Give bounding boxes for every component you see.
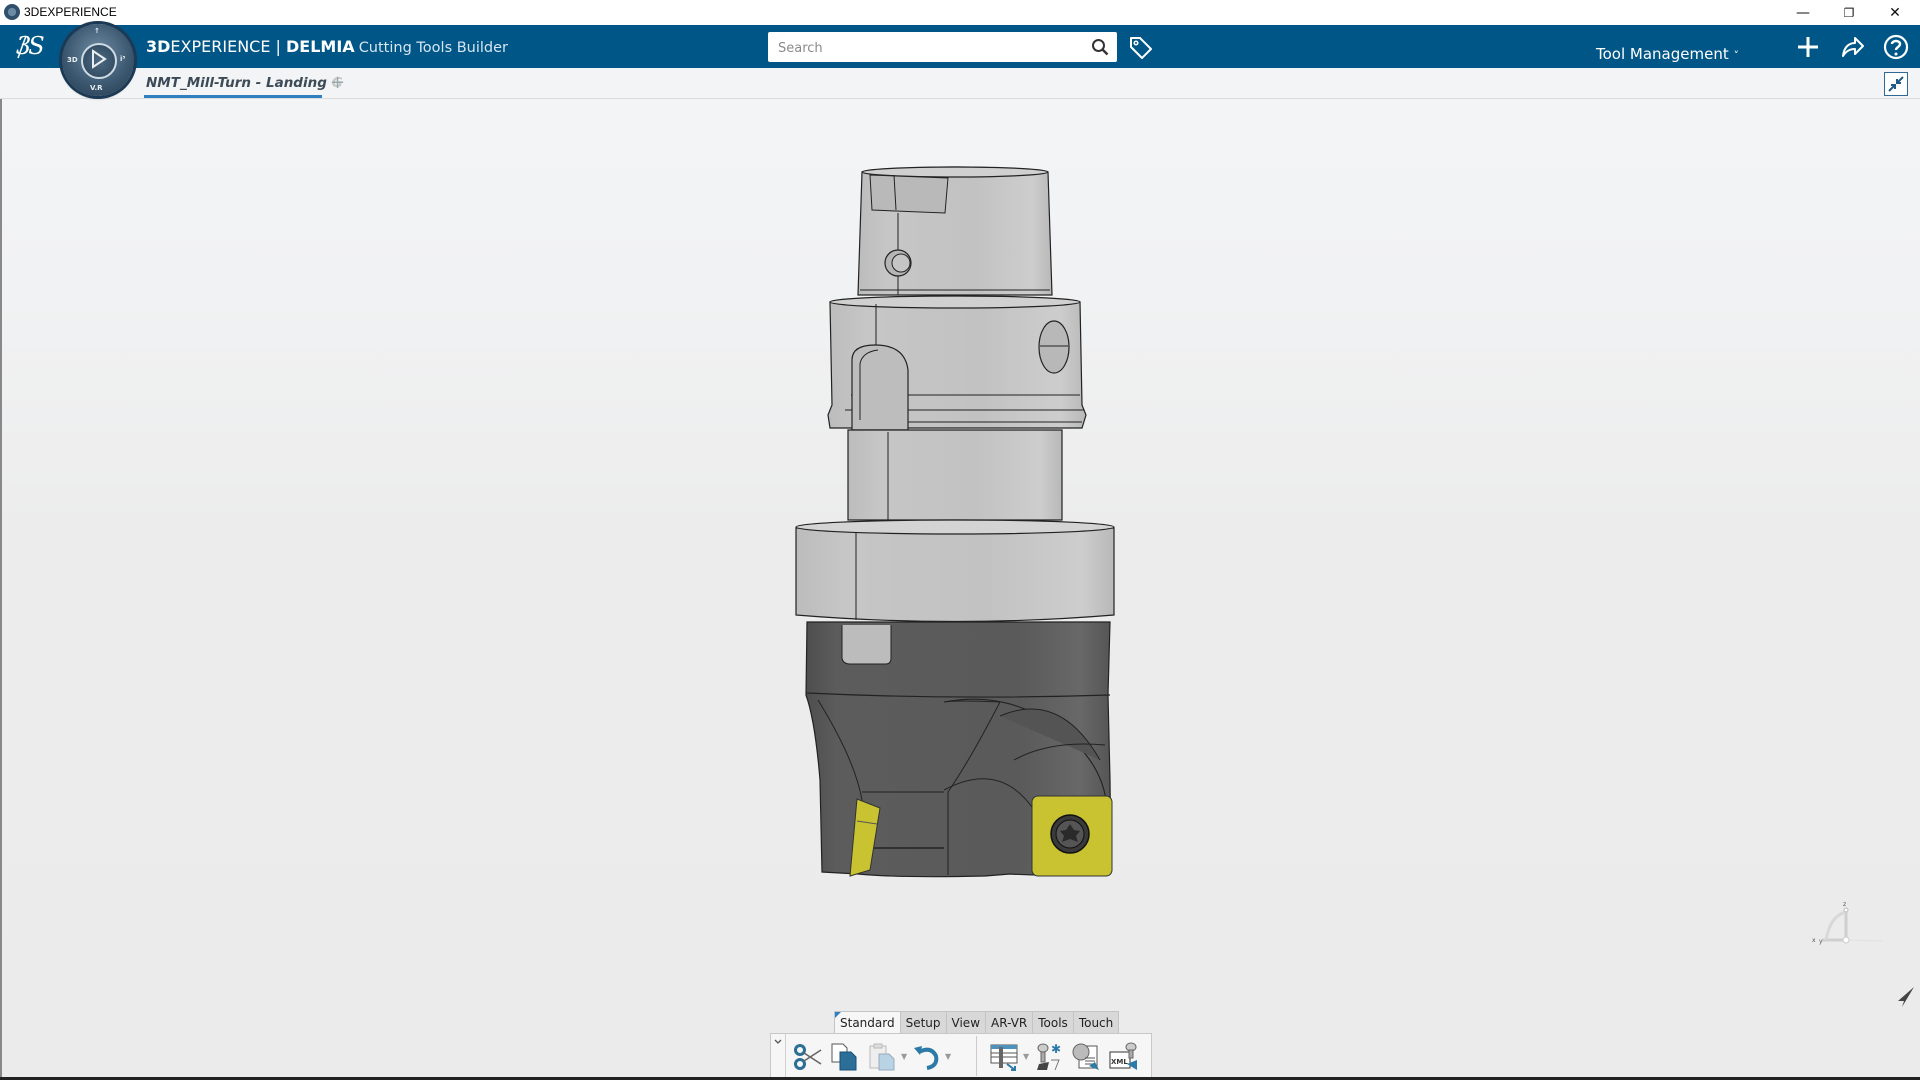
tab-view[interactable]: View xyxy=(945,1011,987,1034)
tab-standard[interactable]: Standard xyxy=(834,1011,901,1034)
tool-assembly-model[interactable] xyxy=(0,0,1920,1080)
action-bar: ▼ ▼ ▼ ✱ XML xyxy=(770,1033,1152,1078)
import-catalog-icon[interactable] xyxy=(1071,1042,1101,1072)
adapter-flange xyxy=(795,519,1115,623)
y-axis-label: y xyxy=(1819,938,1823,945)
action-bar-tabs: Standard Setup View AR-VR Tools Touch xyxy=(834,1011,1120,1034)
holder-collar xyxy=(827,295,1087,431)
tool-table-dropdown-icon[interactable]: ▼ xyxy=(1023,1052,1031,1061)
paste-icon[interactable] xyxy=(867,1042,897,1072)
hsk-shank xyxy=(857,166,1053,296)
paste-dropdown-icon[interactable]: ▼ xyxy=(901,1052,909,1061)
scissors-icon[interactable] xyxy=(793,1042,823,1072)
undo-dropdown-icon[interactable]: ▼ xyxy=(945,1052,953,1061)
x-axis-label: x xyxy=(1812,937,1816,944)
toolbar-separator xyxy=(976,1036,977,1076)
svg-text:✱: ✱ xyxy=(1051,1042,1061,1056)
insert-right xyxy=(1031,795,1113,877)
new-tool-assembly-icon[interactable]: ✱ xyxy=(1033,1042,1063,1072)
tab-tools[interactable]: Tools xyxy=(1032,1011,1074,1034)
tab-touch[interactable]: Touch xyxy=(1072,1011,1120,1034)
holder-neck xyxy=(847,429,1063,525)
z-axis-label: z xyxy=(1843,901,1846,908)
xml-export-icon[interactable]: XML xyxy=(1109,1042,1139,1072)
tab-ar-vr[interactable]: AR-VR xyxy=(985,1011,1034,1034)
chevron-down-icon xyxy=(774,1039,782,1044)
tool-table-icon[interactable] xyxy=(989,1042,1019,1072)
undo-icon[interactable] xyxy=(911,1042,941,1072)
tab-setup[interactable]: Setup xyxy=(899,1011,947,1034)
robot-cursor-icon[interactable] xyxy=(1896,985,1916,1009)
copy-icon[interactable] xyxy=(829,1042,859,1072)
xml-label: XML xyxy=(1111,1058,1128,1066)
axis-triad-icon[interactable]: z x y xyxy=(1812,900,1882,960)
expand-action-bar-button[interactable] xyxy=(771,1034,786,1078)
